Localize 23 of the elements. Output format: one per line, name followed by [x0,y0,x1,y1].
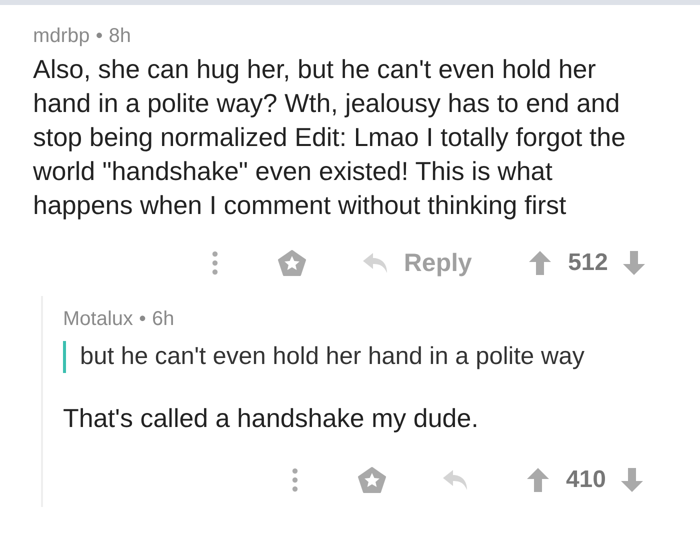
more-options-icon[interactable] [212,251,218,275]
downvote-icon[interactable] [622,250,646,276]
quote-text: but he can't even hold her hand in a polite way [63,341,700,373]
more-options-icon[interactable] [292,468,298,492]
star-icon[interactable] [278,250,306,276]
reply-button[interactable] [442,468,470,492]
comment-author[interactable]: mdrbp [33,25,90,48]
separator-dot: • [96,25,103,48]
upvote-icon[interactable] [528,250,552,276]
reply-button[interactable]: Reply [362,248,472,278]
comment-age: 6h [152,308,174,331]
upvote-icon[interactable] [526,467,550,493]
comment-text: That's called a handshake my dude. [63,402,480,435]
score-count: 410 [566,466,606,494]
separator-dot: • [139,308,146,331]
comment-text: Also, she can hug her, but he can't even hold her hand in a polite way? Wth, jealousy has to end and stop being normalized Edit: Lmao I totally forgot the world "handshake" even existed! This is what happens when I comment without thinking first [33,53,627,222]
downvote-icon[interactable] [620,467,644,493]
reply-icon [442,468,470,492]
score-count: 512 [568,249,608,277]
comment-author[interactable]: Motalux [63,308,134,331]
comment-age: 8h [108,25,131,48]
reply-icon [362,251,390,275]
star-icon[interactable] [358,467,386,493]
